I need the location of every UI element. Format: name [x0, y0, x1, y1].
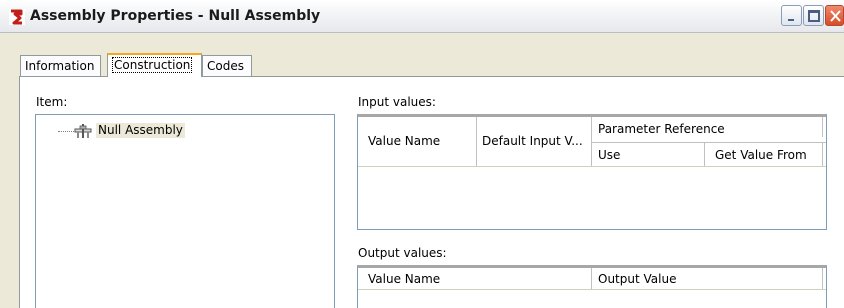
maximize-icon [808, 10, 820, 22]
tab-label: Construction [112, 57, 193, 73]
tab-label: Information [25, 59, 95, 73]
output-values-label: Output values: [358, 246, 447, 260]
output-values-grid[interactable]: Value Name Output Value [357, 265, 827, 308]
tab-construction[interactable]: Construction [107, 53, 202, 77]
assembly-icon [74, 124, 92, 138]
column-header-default-input[interactable]: Default Input V... [482, 134, 583, 149]
close-button[interactable] [825, 5, 844, 26]
item-label: Item: [36, 95, 68, 109]
column-header-parameter-reference[interactable]: Parameter Reference [598, 122, 725, 137]
column-header-value-name[interactable]: Value Name [368, 134, 440, 149]
tab-information[interactable]: Information [20, 55, 101, 77]
column-divider [822, 117, 823, 137]
column-header-get-value-from[interactable]: Get Value From [715, 148, 807, 163]
app-logo-icon [9, 9, 25, 25]
minimize-button[interactable] [781, 5, 802, 26]
column-divider [822, 143, 823, 166]
column-divider [591, 268, 592, 289]
maximize-button[interactable] [803, 5, 824, 26]
input-values-grid[interactable]: Value Name Default Input V... Parameter … [357, 114, 827, 230]
column-divider [704, 143, 705, 166]
tab-label: Codes [207, 59, 244, 73]
column-divider [476, 117, 477, 166]
item-tree[interactable]: Null Assembly [35, 114, 335, 308]
column-header-output-value[interactable]: Output Value [598, 272, 676, 287]
header-divider [591, 142, 826, 143]
column-header-use[interactable]: Use [598, 148, 620, 163]
column-header-value-name[interactable]: Value Name [368, 272, 440, 287]
minimize-icon [788, 19, 794, 21]
window-title: Assembly Properties - Null Assembly [30, 8, 321, 24]
column-divider [822, 268, 823, 289]
title-bar[interactable]: Assembly Properties - Null Assembly [0, 0, 844, 33]
close-icon [830, 10, 841, 22]
tab-codes[interactable]: Codes [202, 55, 252, 77]
input-values-label: Input values: [358, 95, 436, 109]
tree-item-null-assembly[interactable]: Null Assembly [96, 123, 185, 138]
